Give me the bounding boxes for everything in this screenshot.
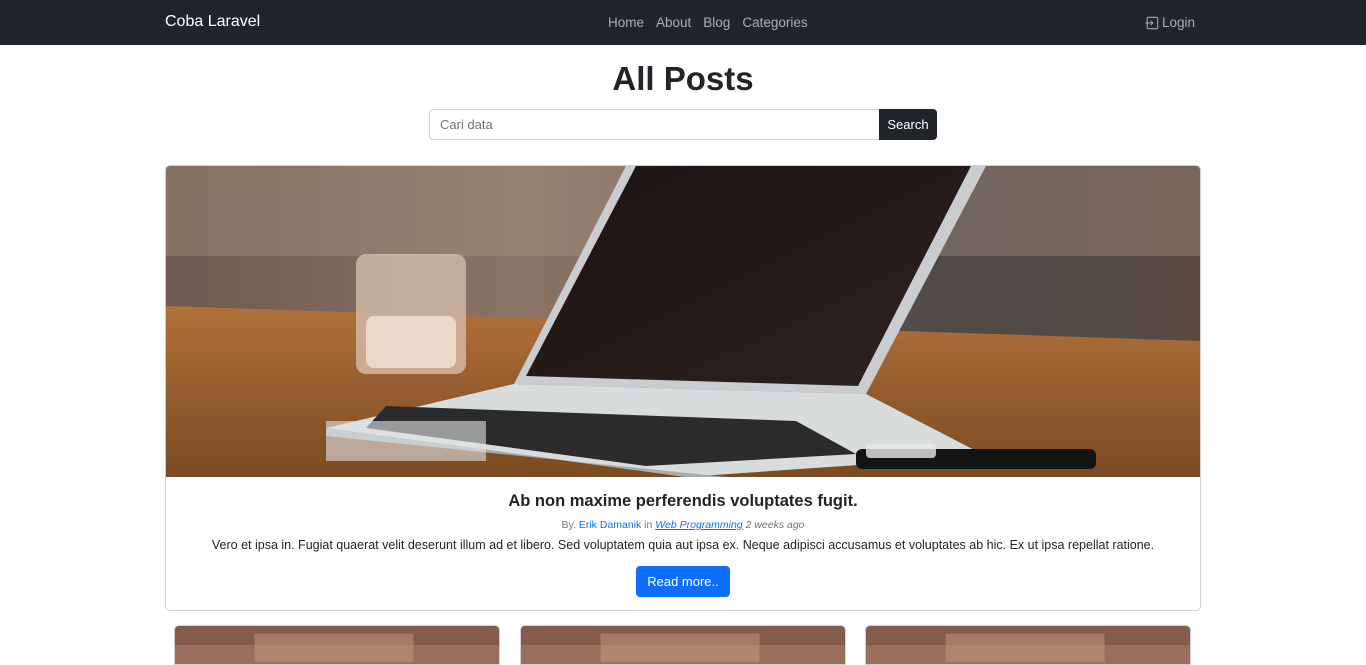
featured-post-image [166, 166, 1200, 477]
meta-in: in [644, 519, 653, 531]
post-card-thumbnail[interactable] [520, 625, 846, 665]
post-thumbnail-image [521, 626, 845, 664]
brand-link[interactable]: Coba Laravel [165, 12, 260, 32]
search-input[interactable] [429, 109, 879, 140]
author-link[interactable]: Erik Damanik [579, 519, 641, 531]
post-thumbnail-image [175, 626, 499, 664]
post-meta: By. Erik Damanik in Web Programming 2 we… [166, 518, 1200, 532]
nav-about[interactable]: About [656, 14, 691, 32]
search-form: Search [429, 109, 937, 140]
login-link[interactable]: Login [1145, 14, 1195, 32]
post-card-thumbnail[interactable] [865, 625, 1191, 665]
login-label: Login [1161, 15, 1195, 30]
post-excerpt: Vero et ipsa in. Fugiat quaerat velit de… [211, 538, 1155, 552]
navbar: Coba Laravel Home About Blog Categories … [0, 0, 1366, 45]
read-more-button[interactable]: Read more.. [636, 566, 730, 597]
nav-categories[interactable]: Categories [742, 14, 807, 32]
post-thumbnail-image [866, 626, 1190, 664]
post-title: Ab non maxime perferendis voluptates fug… [508, 492, 858, 510]
nav-home[interactable]: Home [608, 14, 644, 32]
category-link[interactable]: Web Programming [655, 519, 742, 531]
nav-links: Home About Blog Categories [608, 14, 808, 32]
nav-blog[interactable]: Blog [703, 14, 730, 32]
post-card-thumbnail[interactable] [174, 625, 500, 665]
featured-post-body: Ab non maxime perferendis voluptates fug… [166, 477, 1200, 597]
search-button[interactable]: Search [879, 109, 937, 140]
login-icon [1145, 16, 1159, 30]
meta-by: By. [561, 519, 576, 531]
page-title: All Posts [612, 60, 754, 97]
featured-post-card: Ab non maxime perferendis voluptates fug… [165, 165, 1201, 611]
post-time-ago: 2 weeks ago [745, 519, 805, 531]
